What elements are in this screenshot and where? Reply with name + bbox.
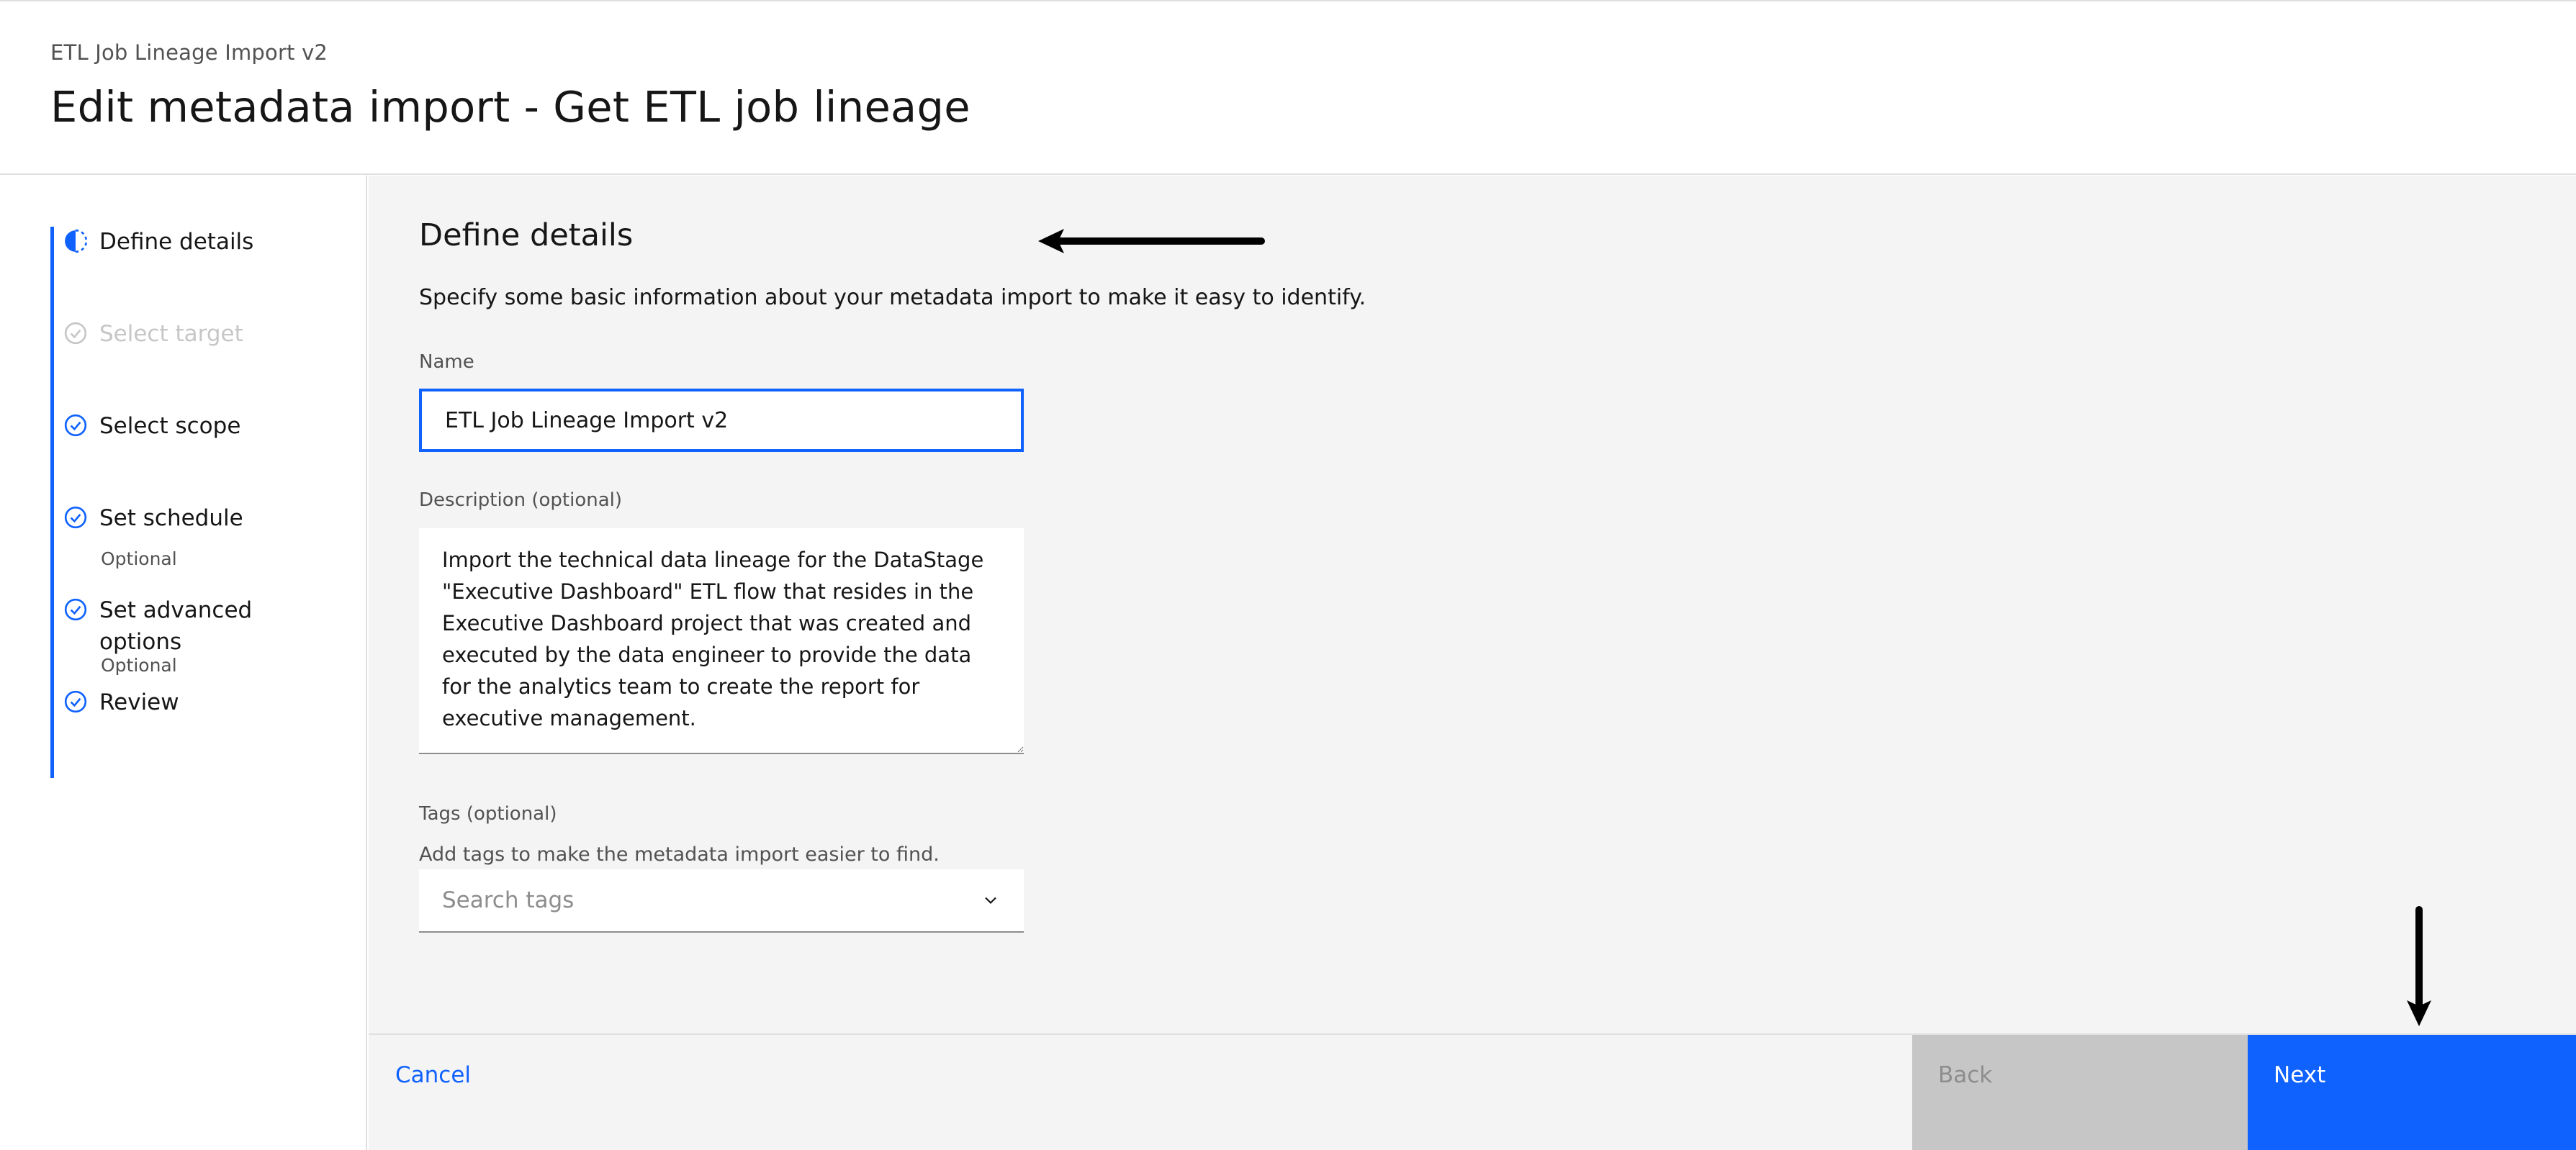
- tags-placeholder: Search tags: [442, 887, 575, 913]
- wizard-footer: Cancel Back Next: [369, 1033, 2576, 1150]
- step-optional-label: Optional: [101, 655, 177, 676]
- name-label: Name: [419, 351, 474, 373]
- name-input[interactable]: [419, 389, 1024, 452]
- progress-track: [50, 227, 54, 778]
- cancel-button[interactable]: Cancel: [395, 1062, 471, 1088]
- description-textarea[interactable]: Import the technical data lineage for th…: [419, 528, 1024, 754]
- description-label: Description (optional): [419, 489, 623, 511]
- check-circle-icon: [64, 598, 87, 621]
- step-review[interactable]: Review: [63, 687, 179, 718]
- step-label: Define details: [99, 229, 254, 255]
- check-circle-icon: [64, 414, 87, 437]
- chevron-down-icon: [985, 897, 996, 905]
- step-label: Review: [99, 689, 179, 715]
- breadcrumb: ETL Job Lineage Import v2: [50, 40, 328, 65]
- step-label: Set schedule: [99, 505, 243, 531]
- back-button[interactable]: Back: [1912, 1035, 2248, 1150]
- progress-panel: Define details Select target Select scop…: [0, 176, 367, 1150]
- step-label: Set advanced options: [99, 597, 253, 655]
- step-select-scope[interactable]: Select scope: [63, 410, 240, 442]
- next-button-label: Next: [2274, 1062, 2326, 1088]
- section-title: Define details: [419, 217, 634, 253]
- check-circle-icon: [64, 506, 87, 529]
- step-label: Select scope: [99, 413, 241, 439]
- tags-search-dropdown[interactable]: Search tags: [419, 869, 1024, 933]
- tags-label: Tags (optional): [419, 803, 557, 825]
- step-set-schedule[interactable]: Set schedule Optional: [63, 502, 243, 569]
- check-circle-icon: [64, 322, 87, 345]
- step-optional-label: Optional: [101, 548, 177, 569]
- step-select-target: Select target: [63, 318, 243, 350]
- check-circle-icon: [64, 690, 87, 713]
- step-label: Select target: [99, 321, 243, 347]
- section-description: Specify some basic information about you…: [419, 285, 1366, 310]
- half-circle-current-icon: [65, 229, 88, 253]
- page-title: Edit metadata import - Get ETL job linea…: [50, 82, 970, 132]
- annotation-arrow-down-icon: [2407, 906, 2431, 1026]
- tags-helper-text: Add tags to make the metadata import eas…: [419, 843, 940, 866]
- step-set-advanced-options[interactable]: Set advanced options Optional: [63, 594, 253, 676]
- step-define-details[interactable]: Define details: [63, 226, 253, 258]
- back-button-label: Back: [1938, 1062, 1993, 1088]
- annotation-arrow-left-icon: [1038, 229, 1265, 253]
- page-header: ETL Job Lineage Import v2 Edit metadata …: [0, 0, 2576, 175]
- next-button[interactable]: Next: [2248, 1035, 2576, 1150]
- main-content: Define details Specify some basic inform…: [369, 176, 2576, 1033]
